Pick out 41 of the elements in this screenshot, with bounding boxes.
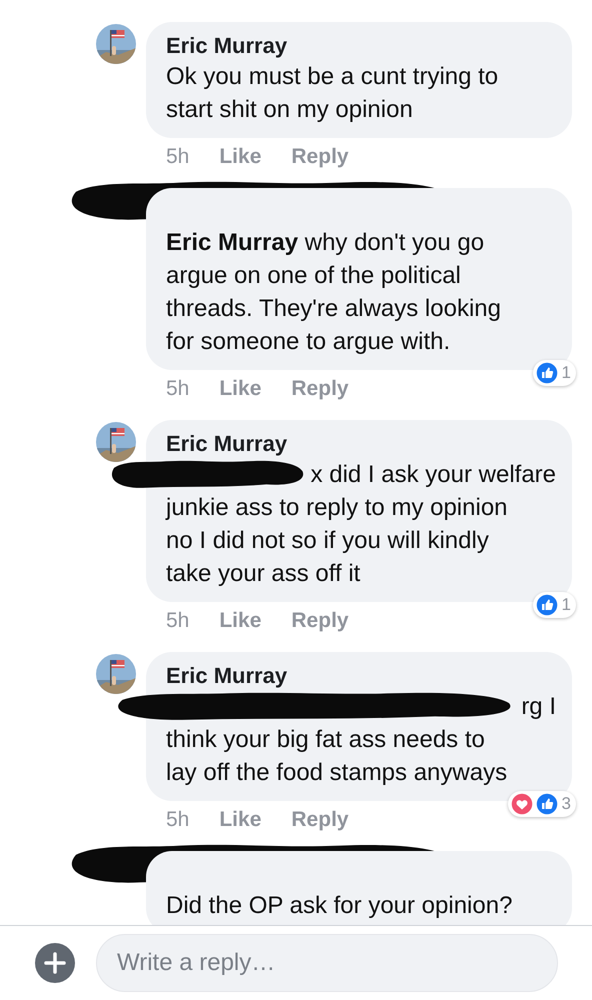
reaction-badge[interactable]: 1 <box>532 360 576 386</box>
comment-text: for someone to argue with. <box>166 327 452 357</box>
timestamp: 5h <box>166 608 190 634</box>
reply-link[interactable]: Reply <box>291 142 349 172</box>
like-link[interactable]: Like <box>219 805 262 835</box>
author-name[interactable]: Eric Murray <box>166 662 556 690</box>
comment-text: rg I <box>521 692 556 722</box>
reaction-count: 1 <box>562 362 571 384</box>
comment-text: lay off the food stamps anyways <box>166 758 508 788</box>
add-button[interactable] <box>35 943 75 983</box>
like-link[interactable]: Like <box>219 374 262 404</box>
timestamp: 5h <box>166 144 190 170</box>
reply-link[interactable]: Reply <box>291 805 349 835</box>
like-link[interactable]: Like <box>219 142 262 172</box>
comment-text: threads. They're always looking <box>166 294 502 324</box>
timestamp: 5h <box>166 376 190 402</box>
like-link[interactable]: Like <box>219 606 262 636</box>
comment-text: Eric Murray why don't you go <box>166 228 486 258</box>
comment-text: start shit on my opinion <box>166 95 414 125</box>
thumbs-up-icon <box>534 792 559 816</box>
thumbs-up-icon <box>534 361 559 385</box>
author-name[interactable]: Eric Murray <box>166 32 556 60</box>
comment-text: no I did not so if you will kindly <box>166 526 490 556</box>
comment-text: take your ass off it <box>166 559 362 589</box>
comment-text: Ok you must be a cunt trying to <box>166 62 500 92</box>
reply-link[interactable]: Reply <box>291 374 349 404</box>
thumbs-up-icon <box>534 593 559 617</box>
comment-text: junkie ass to reply to my opinion <box>166 493 509 523</box>
reaction-badge[interactable]: 1 <box>532 592 576 618</box>
reply-field[interactable]: Write a reply… <box>96 934 558 992</box>
comment-text: argue on one of the political <box>166 261 462 291</box>
comment-text: x did I ask your welfare <box>310 460 556 490</box>
timestamp: 5h <box>166 807 190 833</box>
plus-icon <box>44 952 66 974</box>
comment-text: Did the OP ask for your opinion? <box>166 891 514 921</box>
reaction-badge[interactable]: 3 <box>508 791 576 817</box>
author-name[interactable]: Eric Murray <box>166 430 556 458</box>
reply-link[interactable]: Reply <box>291 606 349 636</box>
reaction-count: 3 <box>562 793 571 815</box>
comment-text: think your big fat ass needs to <box>166 725 486 755</box>
reaction-count: 1 <box>562 594 571 616</box>
